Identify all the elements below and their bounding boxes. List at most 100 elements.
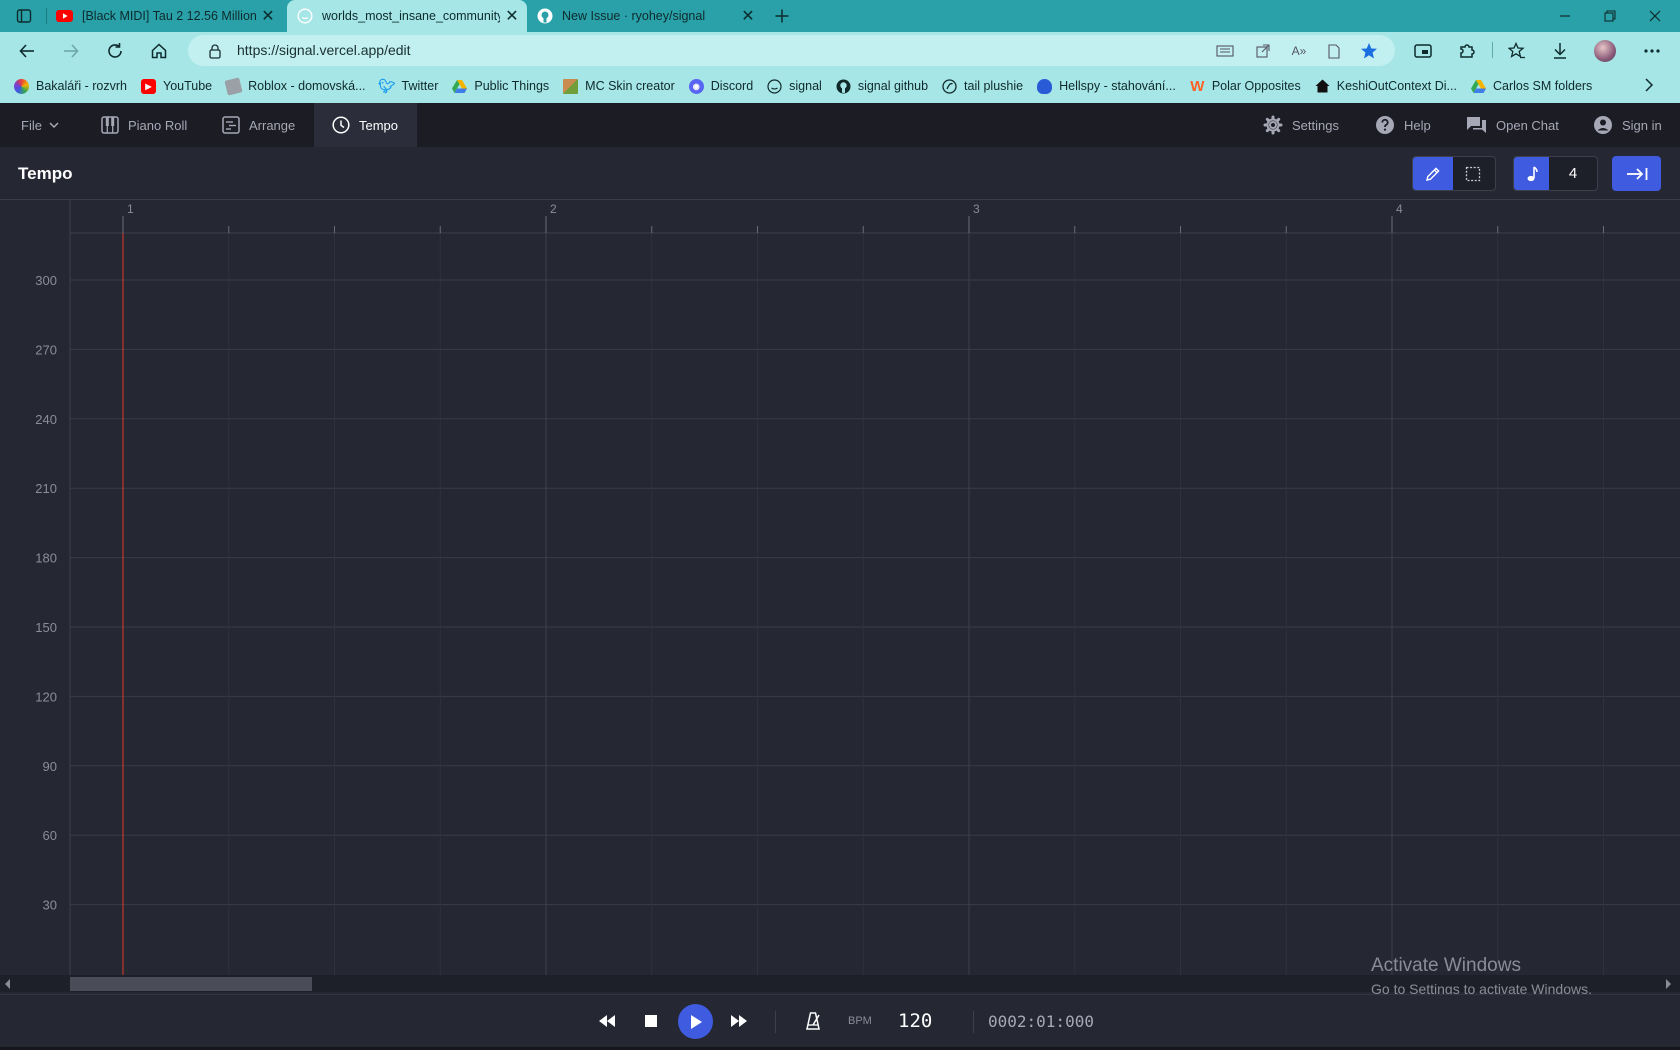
browser-picture-in-picture-button[interactable] <box>1408 36 1438 66</box>
measure-number: 4 <box>1396 202 1403 216</box>
bookmarks-overflow-button[interactable] <box>1644 78 1654 92</box>
close-window-button[interactable] <box>1640 1 1670 31</box>
bookmark-mc-skin-creator[interactable]: MC Skin creator <box>563 78 675 94</box>
transport-bar: BPM 120 0002:01:000 <box>0 994 1680 1050</box>
settings-more-button[interactable] <box>1637 36 1667 66</box>
signal-icon <box>296 8 313 25</box>
bpm-value[interactable]: 120 <box>898 1010 932 1032</box>
fast-forward-icon <box>731 1015 747 1027</box>
tab-arrange[interactable]: Arrange <box>222 103 295 147</box>
metronome-icon <box>806 1012 820 1030</box>
bookmark-tail-plushie[interactable]: tail plushie <box>942 78 1023 94</box>
play-button[interactable] <box>678 1004 713 1039</box>
settings-button[interactable]: Settings <box>1263 103 1339 147</box>
tab-piano-roll-label: Piano Roll <box>128 117 188 133</box>
restore-button[interactable] <box>1595 1 1625 31</box>
bookmark-carlos-sm-folders[interactable]: Carlos SM folders <box>1470 79 1592 94</box>
bookmark-signal-github[interactable]: signal github <box>836 79 928 94</box>
new-tab-button[interactable] <box>767 1 797 31</box>
help-button[interactable]: Help <box>1375 103 1431 147</box>
quantize-selector[interactable]: 4 <box>1513 156 1598 191</box>
pencil-tool-button[interactable] <box>1413 157 1453 190</box>
bookmark-hellspy[interactable]: Hellspy - stahování... <box>1037 78 1176 94</box>
open-in-app-icon[interactable] <box>1254 42 1272 60</box>
quantize-value[interactable]: 4 <box>1549 157 1597 190</box>
music-note-icon <box>1527 165 1538 181</box>
help-label: Help <box>1404 117 1431 133</box>
sign-in-button[interactable]: Sign in <box>1593 103 1662 147</box>
profile-button[interactable] <box>1590 36 1620 66</box>
picture-in-picture-icon <box>1414 44 1432 58</box>
sign-in-label: Sign in <box>1622 117 1662 133</box>
tempo-graph[interactable]: 300 270 240 210 180 150 120 90 60 30 1 2 3 4 Activat… <box>0 200 1680 997</box>
open-chat-button[interactable]: Open Chat <box>1466 103 1559 147</box>
home-icon <box>1315 79 1330 94</box>
measure-number: 1 <box>127 202 134 216</box>
close-tab-icon[interactable]: ✕ <box>256 4 280 28</box>
read-aloud-icon[interactable]: A» <box>1290 42 1308 60</box>
youtube-icon <box>56 8 73 25</box>
home-button[interactable] <box>144 36 174 66</box>
fast-forward-button[interactable] <box>721 1003 757 1039</box>
bpm-tick-label: 300 <box>35 273 57 288</box>
bookmark-polar-opposites[interactable]: W Polar Opposites <box>1190 78 1301 95</box>
bookmark-twitter[interactable]: 🐦︎ Twitter <box>378 77 438 94</box>
minimize-button[interactable] <box>1550 1 1580 31</box>
browser-tab-youtube[interactable]: [Black MIDI] Tau 2 12.56 Million | ✕ <box>47 0 283 32</box>
bookmark-bakalari[interactable]: Bakaláři - rozvrh <box>14 78 127 94</box>
tab-piano-roll[interactable]: Piano Roll <box>101 103 187 147</box>
browser-address-bar: https://signal.vercel.app/edit A» <box>0 32 1680 69</box>
bookmark-public-things[interactable]: Public Things <box>452 79 549 94</box>
close-tab-icon[interactable]: ✕ <box>500 4 524 28</box>
bpm-tick-label: 210 <box>35 481 57 496</box>
watermark-title: Activate Windows <box>1371 955 1521 976</box>
app-available-icon[interactable] <box>1216 42 1234 60</box>
bpm-tick-label: 120 <box>35 689 57 704</box>
arrow-to-end-icon <box>1626 167 1647 180</box>
minecraft-icon <box>563 78 579 94</box>
tempo-graph-canvas[interactable]: 300 270 240 210 180 150 120 90 60 30 1 2 3 4 <box>0 200 1680 992</box>
bpm-tick-label: 240 <box>35 412 57 427</box>
refresh-button[interactable] <box>100 36 130 66</box>
bookmark-signal[interactable]: signal <box>767 78 822 94</box>
forward-button[interactable] <box>56 36 86 66</box>
selection-tool-button[interactable] <box>1453 157 1493 190</box>
horizontal-scrollbar-thumb[interactable] <box>70 977 312 991</box>
downloads-button[interactable] <box>1545 36 1575 66</box>
hellspy-icon <box>1037 78 1053 94</box>
bookmark-discord[interactable]: ◉ Discord <box>688 78 753 94</box>
tool-selector <box>1412 156 1496 191</box>
youtube-icon: ▶ <box>141 78 156 94</box>
reader-view-icon[interactable] <box>1325 42 1343 60</box>
extensions-button[interactable] <box>1452 36 1482 66</box>
google-drive-icon <box>452 79 468 94</box>
tab-title: worlds_most_insane_community <box>322 9 500 23</box>
tab-actions-button[interactable] <box>9 1 39 31</box>
twitter-icon: 🐦︎ <box>378 77 396 94</box>
browser-tab-signal[interactable]: worlds_most_insane_community ✕ <box>287 0 527 32</box>
puzzle-icon <box>1460 44 1475 58</box>
tab-tempo[interactable]: Tempo <box>314 103 417 147</box>
bookmark-keshioutcontext[interactable]: KeshiOutContext Di... <box>1315 79 1457 94</box>
tempo-toolbar: Tempo 4 <box>0 147 1680 200</box>
bookmark-roblox[interactable]: Roblox - domovská... <box>224 76 366 96</box>
browser-tab-github[interactable]: New Issue · ryohey/signal ✕ <box>527 0 763 32</box>
help-icon <box>1376 116 1394 134</box>
stop-button[interactable] <box>633 1003 669 1039</box>
bpm-tick-label: 30 <box>43 898 57 913</box>
rewind-button[interactable] <box>589 1003 625 1039</box>
metronome-button[interactable] <box>795 1003 831 1039</box>
avatar <box>1594 40 1616 62</box>
plus-icon <box>775 9 789 23</box>
favorites-button[interactable] <box>1502 36 1532 66</box>
favorite-star-icon[interactable] <box>1360 42 1378 60</box>
note-icon-button[interactable] <box>1514 157 1549 190</box>
bookmark-youtube[interactable]: ▶ YouTube <box>141 78 212 94</box>
file-menu[interactable]: File <box>21 103 59 147</box>
back-button[interactable] <box>12 36 42 66</box>
measure-number: 2 <box>550 202 557 216</box>
url-field[interactable]: https://signal.vercel.app/edit A» <box>188 35 1395 66</box>
tail-icon <box>942 78 957 94</box>
auto-scroll-button[interactable] <box>1612 156 1661 191</box>
close-tab-icon[interactable]: ✕ <box>736 4 760 28</box>
